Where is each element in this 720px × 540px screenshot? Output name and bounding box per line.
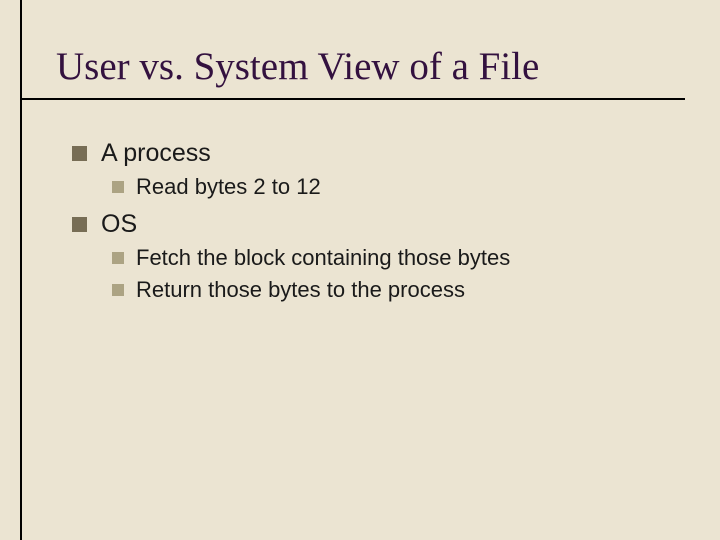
square-bullet-icon <box>112 252 124 264</box>
list-item-label: Return those bytes to the process <box>136 276 465 304</box>
list-item: OS <box>72 209 680 240</box>
list-item-label: Fetch the block containing those bytes <box>136 244 510 272</box>
list-item-label: Read bytes 2 to 12 <box>136 173 321 201</box>
square-bullet-icon <box>112 181 124 193</box>
square-bullet-icon <box>72 146 87 161</box>
list-item: A process <box>72 138 680 169</box>
list-item: Fetch the block containing those bytes <box>112 244 680 272</box>
list-item-label: A process <box>101 138 211 169</box>
slide-title: User vs. System View of a File <box>56 44 539 89</box>
square-bullet-icon <box>72 217 87 232</box>
square-bullet-icon <box>112 284 124 296</box>
list-item: Read bytes 2 to 12 <box>112 173 680 201</box>
list-item: Return those bytes to the process <box>112 276 680 304</box>
slide-body: A process Read bytes 2 to 12 OS Fetch th… <box>72 130 680 311</box>
left-rule <box>20 0 22 540</box>
title-underline <box>20 98 685 100</box>
list-item-label: OS <box>101 209 137 240</box>
